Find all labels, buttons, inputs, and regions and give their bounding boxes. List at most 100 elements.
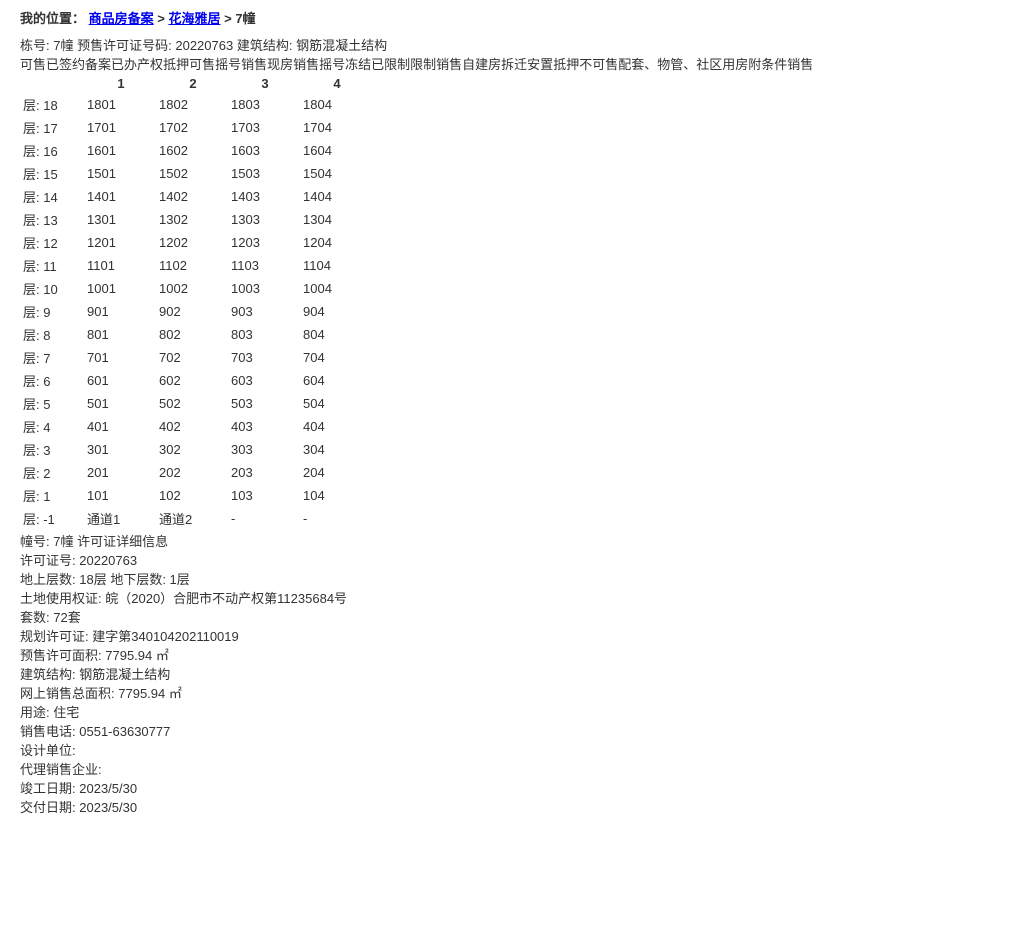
unit-cell[interactable]: 104: [302, 485, 372, 506]
unit-cell[interactable]: 304: [302, 439, 372, 460]
detail-label: 竣工日期:: [20, 781, 76, 796]
unit-cell[interactable]: 401: [86, 416, 156, 437]
unit-cell[interactable]: 1502: [158, 163, 228, 184]
unit-cell[interactable]: 1702: [158, 117, 228, 138]
unit-cell[interactable]: 604: [302, 370, 372, 391]
breadcrumb-item[interactable]: 花海雅居: [168, 11, 220, 26]
unit-cell[interactable]: 704: [302, 347, 372, 368]
unit-cell[interactable]: 1003: [230, 278, 300, 299]
unit-cell[interactable]: 802: [158, 324, 228, 345]
unit-cell[interactable]: 102: [158, 485, 228, 506]
unit-cell[interactable]: 1803: [230, 94, 300, 115]
unit-cell[interactable]: 1001: [86, 278, 156, 299]
unit-cell[interactable]: 904: [302, 301, 372, 322]
unit-cell[interactable]: 1201: [86, 232, 156, 253]
unit-cell[interactable]: 402: [158, 416, 228, 437]
unit-cell[interactable]: 201: [86, 462, 156, 483]
unit-cell[interactable]: 1804: [302, 94, 372, 115]
unit-cell[interactable]: 404: [302, 416, 372, 437]
unit-cell[interactable]: 通道1: [86, 508, 156, 529]
building-value: 7幢: [53, 38, 73, 53]
unit-cell[interactable]: 903: [230, 301, 300, 322]
legend-text: 抵押可售: [163, 57, 215, 72]
unit-cell[interactable]: 1401: [86, 186, 156, 207]
floor-label: 层: -1: [22, 508, 84, 529]
unit-cell[interactable]: 1103: [230, 255, 300, 276]
unit-cell[interactable]: 403: [230, 416, 300, 437]
unit-cell[interactable]: 301: [86, 439, 156, 460]
unit-cell[interactable]: 1703: [230, 117, 300, 138]
unit-cell[interactable]: 1101: [86, 255, 156, 276]
detail-value: 72套: [53, 610, 80, 625]
unit-cell[interactable]: 1403: [230, 186, 300, 207]
unit-cell[interactable]: 1002: [158, 278, 228, 299]
permit-value: 20220763: [175, 38, 233, 53]
unit-cell[interactable]: 1504: [302, 163, 372, 184]
unit-cell[interactable]: 1602: [158, 140, 228, 161]
unit-cell[interactable]: 502: [158, 393, 228, 414]
unit-cell[interactable]: 1802: [158, 94, 228, 115]
unit-cell[interactable]: 203: [230, 462, 300, 483]
unit-cell[interactable]: 1604: [302, 140, 372, 161]
unit-cell[interactable]: 1301: [86, 209, 156, 230]
legend-item: 摇号销售: [215, 57, 267, 72]
unit-cell[interactable]: 1402: [158, 186, 228, 207]
unit-cell[interactable]: 601: [86, 370, 156, 391]
unit-cell[interactable]: 603: [230, 370, 300, 391]
floor-label: 层: 14: [22, 186, 84, 207]
unit-cell[interactable]: 101: [86, 485, 156, 506]
unit-cell[interactable]: 803: [230, 324, 300, 345]
unit-cell[interactable]: 103: [230, 485, 300, 506]
unit-cell[interactable]: -: [230, 508, 300, 529]
unit-cell[interactable]: 1302: [158, 209, 228, 230]
breadcrumb-item[interactable]: 商品房备案: [89, 11, 154, 26]
unit-cell[interactable]: 303: [230, 439, 300, 460]
legend-text: 自建房: [462, 57, 501, 72]
unit-cell[interactable]: 通道2: [158, 508, 228, 529]
unit-cell[interactable]: 702: [158, 347, 228, 368]
unit-cell[interactable]: 801: [86, 324, 156, 345]
detail-value: 建字第340104202110019: [92, 629, 239, 644]
unit-cell[interactable]: 701: [86, 347, 156, 368]
unit-cell[interactable]: 1204: [302, 232, 372, 253]
unit-cell[interactable]: 1303: [230, 209, 300, 230]
unit-cell[interactable]: 1202: [158, 232, 228, 253]
unit-cell[interactable]: 1501: [86, 163, 156, 184]
legend-text: 限制销售: [410, 57, 462, 72]
unit-cell[interactable]: 204: [302, 462, 372, 483]
unit-cell[interactable]: 1801: [86, 94, 156, 115]
unit-cell[interactable]: 901: [86, 301, 156, 322]
detail-row: 用途: 住宅: [20, 702, 1005, 721]
unit-cell[interactable]: 902: [158, 301, 228, 322]
unit-cell[interactable]: 804: [302, 324, 372, 345]
unit-cell[interactable]: 1404: [302, 186, 372, 207]
legend-item: 配套、物管、社区用房: [618, 57, 748, 72]
unit-cell[interactable]: 1603: [230, 140, 300, 161]
unit-cell[interactable]: 1704: [302, 117, 372, 138]
legend-item: 抵押可售: [163, 57, 215, 72]
detail-row: 许可证号: 20220763: [20, 550, 1005, 569]
legend-text: 现房销售: [267, 57, 319, 72]
unit-cell[interactable]: 1203: [230, 232, 300, 253]
legend-text: 配套、物管、社区用房: [618, 57, 748, 72]
unit-cell[interactable]: 1004: [302, 278, 372, 299]
unit-cell[interactable]: 1601: [86, 140, 156, 161]
unit-cell[interactable]: 1104: [302, 255, 372, 276]
unit-cell[interactable]: 1304: [302, 209, 372, 230]
unit-cell[interactable]: 1701: [86, 117, 156, 138]
unit-cell[interactable]: 703: [230, 347, 300, 368]
floor-table-scroll[interactable]: 1234层: 181801180218031804层: 171701170217…: [20, 73, 1005, 531]
unit-cell[interactable]: 202: [158, 462, 228, 483]
unit-cell[interactable]: 501: [86, 393, 156, 414]
legend-item: 已限制: [371, 57, 410, 72]
unit-cell[interactable]: 504: [302, 393, 372, 414]
unit-cell[interactable]: 503: [230, 393, 300, 414]
unit-cell[interactable]: 1102: [158, 255, 228, 276]
legend-item: 可售: [20, 57, 46, 72]
unit-cell[interactable]: 602: [158, 370, 228, 391]
unit-cell[interactable]: 1503: [230, 163, 300, 184]
legend-text: 附条件销售: [748, 57, 813, 72]
detail-value: 20220763: [79, 553, 137, 568]
unit-cell[interactable]: 302: [158, 439, 228, 460]
unit-cell[interactable]: -: [302, 508, 372, 529]
